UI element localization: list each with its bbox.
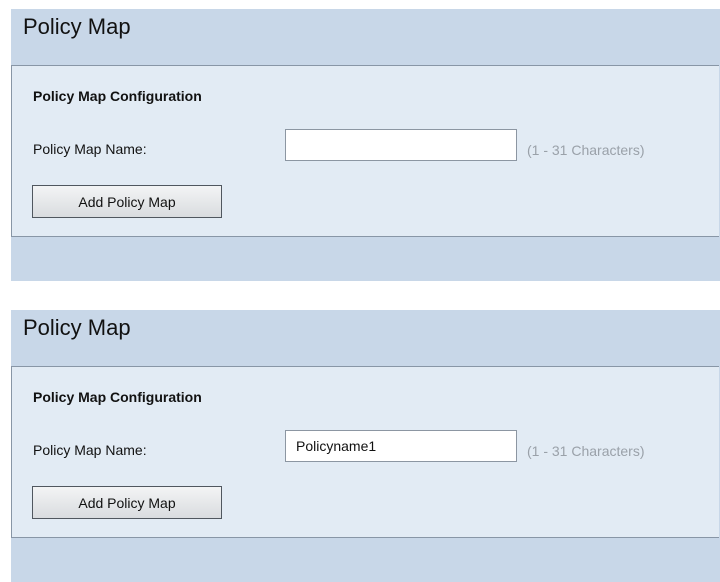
policy-map-name-label: Policy Map Name: — [33, 442, 147, 458]
add-policy-map-button[interactable]: Add Policy Map — [32, 486, 222, 519]
policy-map-configuration-box: Policy Map Configuration Policy Map Name… — [11, 366, 719, 538]
add-policy-map-button[interactable]: Add Policy Map — [32, 185, 222, 218]
policy-map-panel-filled: Policy Map Policy Map Configuration Poli… — [11, 310, 720, 582]
page-title: Policy Map — [23, 14, 131, 39]
section-heading: Policy Map Configuration — [33, 88, 202, 104]
policy-map-name-input[interactable] — [285, 129, 517, 161]
policy-map-panel-empty: Policy Map Policy Map Configuration Poli… — [11, 9, 720, 281]
policy-map-name-label: Policy Map Name: — [33, 141, 147, 157]
section-heading: Policy Map Configuration — [33, 389, 202, 405]
page-title: Policy Map — [23, 315, 131, 340]
policy-map-name-input[interactable] — [285, 430, 517, 462]
character-limit-hint: (1 - 31 Characters) — [527, 142, 645, 158]
policy-map-configuration-box: Policy Map Configuration Policy Map Name… — [11, 65, 719, 237]
character-limit-hint: (1 - 31 Characters) — [527, 443, 645, 459]
